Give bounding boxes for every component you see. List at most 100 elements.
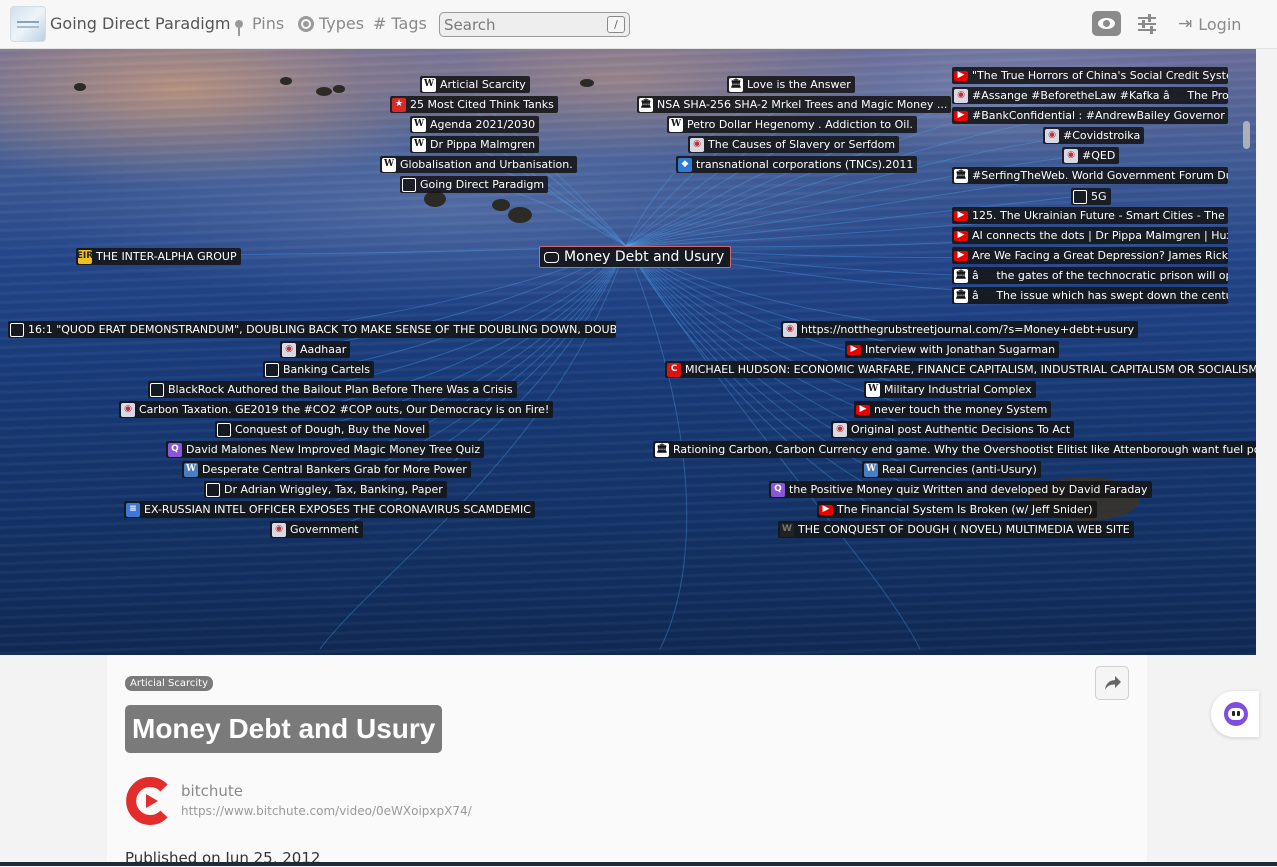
graph-node-label: the Positive Money quiz Written and deve… <box>789 483 1148 496</box>
graph-node[interactable]: W Articial Scarcity <box>420 76 530 93</box>
graph-node-label: #Assange #BeforetheLaw #Kafka âThe Pro… <box>972 89 1228 102</box>
graph-node[interactable]: 16:1 "QUOD ERAT DEMONSTRANDUM", DOUBLING… <box>8 321 616 338</box>
thumbnail-icon: ◉ <box>690 137 704 152</box>
graph-node[interactable]: 5G <box>1071 188 1111 205</box>
duck-decoration <box>316 87 332 96</box>
graph-node[interactable]: Q David Malones New Improved Magic Money … <box>166 441 485 458</box>
link-icon <box>402 177 416 192</box>
graph-node[interactable]: Dr Adrian Wriggley, Tax, Banking, Paper <box>204 481 447 498</box>
graph-node[interactable]: W Dr Pippa Malmgren <box>410 136 540 153</box>
graph-node[interactable]: ▶ "The True Horrors of China's Social Cre… <box>952 67 1228 84</box>
graph-node[interactable]: EIR THE INTER-ALPHA GROUP <box>76 248 241 265</box>
graph-node[interactable]: ◉ Government <box>270 521 363 538</box>
thumbnail-icon: ◉ <box>272 522 286 537</box>
chat-widget-button[interactable] <box>1211 691 1259 737</box>
graph-node-label: Agenda 2021/2030 <box>430 118 536 131</box>
graph-node[interactable]: ◉ Aadhaar <box>280 341 351 358</box>
graph-node[interactable]: W Petro Dollar Hegenomy . Addiction to Oi… <box>667 116 917 133</box>
graph-node[interactable]: ◉ #Covidstroika <box>1043 127 1145 144</box>
link-icon <box>150 382 164 397</box>
graph-node[interactable]: ▶ Are We Facing a Great Depression? James… <box>952 247 1228 264</box>
graph-node[interactable]: 🏛 Love is the Answer <box>727 76 855 93</box>
duck-decoration <box>333 85 345 93</box>
graph-node[interactable]: ◉ Original post Authentic Decisions To Ac… <box>831 421 1075 438</box>
youtube-icon: ▶ <box>954 70 968 81</box>
graph-node-label: Original post Authentic Decisions To Act <box>851 423 1071 436</box>
wordpress-icon: W <box>864 462 878 477</box>
tag-pill[interactable]: Articial Scarcity <box>125 676 213 691</box>
graph-node-label: Government <box>290 523 359 536</box>
graph-node[interactable]: Conquest of Dough, Buy the Novel <box>215 421 430 438</box>
search-shortcut-key: / <box>607 16 625 33</box>
w-dark-icon: W <box>780 522 794 537</box>
nav-types[interactable]: Types <box>298 14 364 33</box>
search-box[interactable]: / <box>439 12 630 37</box>
login-label: Login <box>1198 14 1242 34</box>
duck-decoration <box>74 83 86 91</box>
thumbnail-icon: ◉ <box>282 342 296 357</box>
graph-node[interactable]: ≡ EX-RUSSIAN INTEL OFFICER EXPOSES THE CO… <box>124 501 535 518</box>
youtube-icon: ▶ <box>954 250 968 261</box>
source-url[interactable]: https://www.bitchute.com/video/0eWXoipxp… <box>181 804 472 818</box>
graph-node[interactable]: W THE CONQUEST OF DOUGH ( NOVEL) MULTIMED… <box>778 521 1134 538</box>
building-icon: 🏛 <box>729 77 743 92</box>
graph-node[interactable]: ◉ https://notthegrubstreetjournal.com/?s=… <box>781 321 1139 338</box>
graph-node[interactable]: ◉ The Causes of Slavery or Serfdom <box>688 136 900 153</box>
graph-node-label: https://notthegrubstreetjournal.com/?s=M… <box>801 323 1135 336</box>
graph-node[interactable]: BlackRock Authored the Bailout Plan Befo… <box>148 381 517 398</box>
graph-node-label: Petro Dollar Hegenomy . Addiction to Oil… <box>687 118 913 131</box>
link-icon <box>217 422 231 437</box>
search-input[interactable] <box>444 15 604 34</box>
graph-node[interactable]: W Real Currencies (anti-Usury) <box>862 461 1041 478</box>
graph-node[interactable]: ◉ #QED <box>1062 147 1120 164</box>
site-logo[interactable] <box>10 6 46 42</box>
graph-node-label: Globalisation and Urbanisation. <box>400 158 573 171</box>
graph-node[interactable]: Qthe Positive Money quiz Written and dev… <box>769 481 1152 498</box>
login-button[interactable]: ⇥ Login <box>1178 14 1241 34</box>
graph-node[interactable]: W Globalisation and Urbanisation. <box>380 156 577 173</box>
graph-node[interactable]: ◆ transnational corporations (TNCs).2011 <box>676 156 918 173</box>
graph-node-label: Interview with Jonathan Sugarman <box>865 343 1056 356</box>
content-panel: Articial Scarcity Money Debt and Usury b… <box>107 655 1147 867</box>
youtube-icon: ▶ <box>847 344 861 355</box>
graph-node[interactable]: ▶ AI connects the dots | Dr Pippa Malmgre… <box>952 227 1228 244</box>
graph-hub-node[interactable]: Money Debt and Usury <box>539 246 732 268</box>
graph-node[interactable]: W Agenda 2021/2030 <box>410 116 540 133</box>
graph-node[interactable]: ▶ Interview with Jonathan Sugarman <box>845 341 1060 358</box>
graph-node[interactable]: 🏛 âThe issue which has swept down the c… <box>952 287 1228 304</box>
login-icon: ⇥ <box>1178 14 1193 34</box>
graph-node[interactable]: ▶ The Financial System Is Broken (w/ Jeff… <box>817 501 1097 518</box>
graph-node[interactable]: ★ 25 Most Cited Think Tanks <box>390 96 558 113</box>
graph-node[interactable]: C MICHAEL HUDSON: ECONOMIC WARFARE, FINAN… <box>665 361 1256 378</box>
graph-node-label: âthe gates of the technocratic prison … <box>972 269 1228 282</box>
graph-node[interactable]: ◉ #Assange #BeforetheLaw #Kafka âThe Pr… <box>952 87 1228 104</box>
graph-node[interactable]: ▶ never touch the money System <box>854 401 1052 418</box>
bitchute-logo-icon <box>126 777 168 825</box>
graph-node-label: EX-RUSSIAN INTEL OFFICER EXPOSES THE COR… <box>144 503 531 516</box>
share-button[interactable] <box>1095 666 1129 700</box>
graph-node[interactable]: 🏛 NSA SHA-256 SHA-2 Mrkel Trees and Magic… <box>637 96 952 113</box>
settings-sliders-icon[interactable] <box>1138 14 1156 34</box>
site-title[interactable]: Going Direct Paradigm <box>50 14 230 33</box>
graph-node[interactable]: Going Direct Paradigm <box>400 176 549 193</box>
nav-tags[interactable]: # Tags <box>373 14 427 33</box>
graph-node[interactable]: W Desperate Central Bankers Grab for More… <box>182 461 471 478</box>
graph-node[interactable]: ▶ #BankConfidential : #AndrewBailey Gover… <box>952 107 1228 124</box>
youtube-icon: ▶ <box>954 210 968 221</box>
graph-node[interactable]: ◉ Carbon Taxation. GE2019 the #CO2 #COP o… <box>119 401 554 418</box>
graph-node[interactable]: Banking Cartels <box>263 361 374 378</box>
graph-node[interactable]: 🏛 Rationing Carbon, Carbon Currency end g… <box>653 441 1256 458</box>
toggle-view-button[interactable] <box>1092 11 1121 36</box>
graph-node[interactable]: 🏛 âthe gates of the technocratic prison… <box>952 267 1228 284</box>
graph-node-label: Dr Adrian Wriggley, Tax, Banking, Paper <box>224 483 443 496</box>
graph-scrollbar-thumb[interactable] <box>1243 121 1250 149</box>
graph-node[interactable]: 🏛 #SerfingTheWeb. World Government Forum … <box>952 167 1228 184</box>
graph-node-label: #BankConfidential : #AndrewBailey Govern… <box>972 109 1228 122</box>
graph-canvas[interactable]: Money Debt and Usury W Articial Scarcity … <box>0 49 1256 655</box>
graph-node-label: NSA SHA-256 SHA-2 Mrkel Trees and Magic … <box>657 98 948 111</box>
building-icon: 🏛 <box>655 442 669 457</box>
nav-pins[interactable]: Pins <box>235 14 284 36</box>
graph-node-label: The Financial System Is Broken (w/ Jeff … <box>837 503 1093 516</box>
graph-node[interactable]: ▶ 125. The Ukrainian Future - Smart Citie… <box>952 207 1228 224</box>
graph-node[interactable]: W Military Industrial Complex <box>864 381 1036 398</box>
